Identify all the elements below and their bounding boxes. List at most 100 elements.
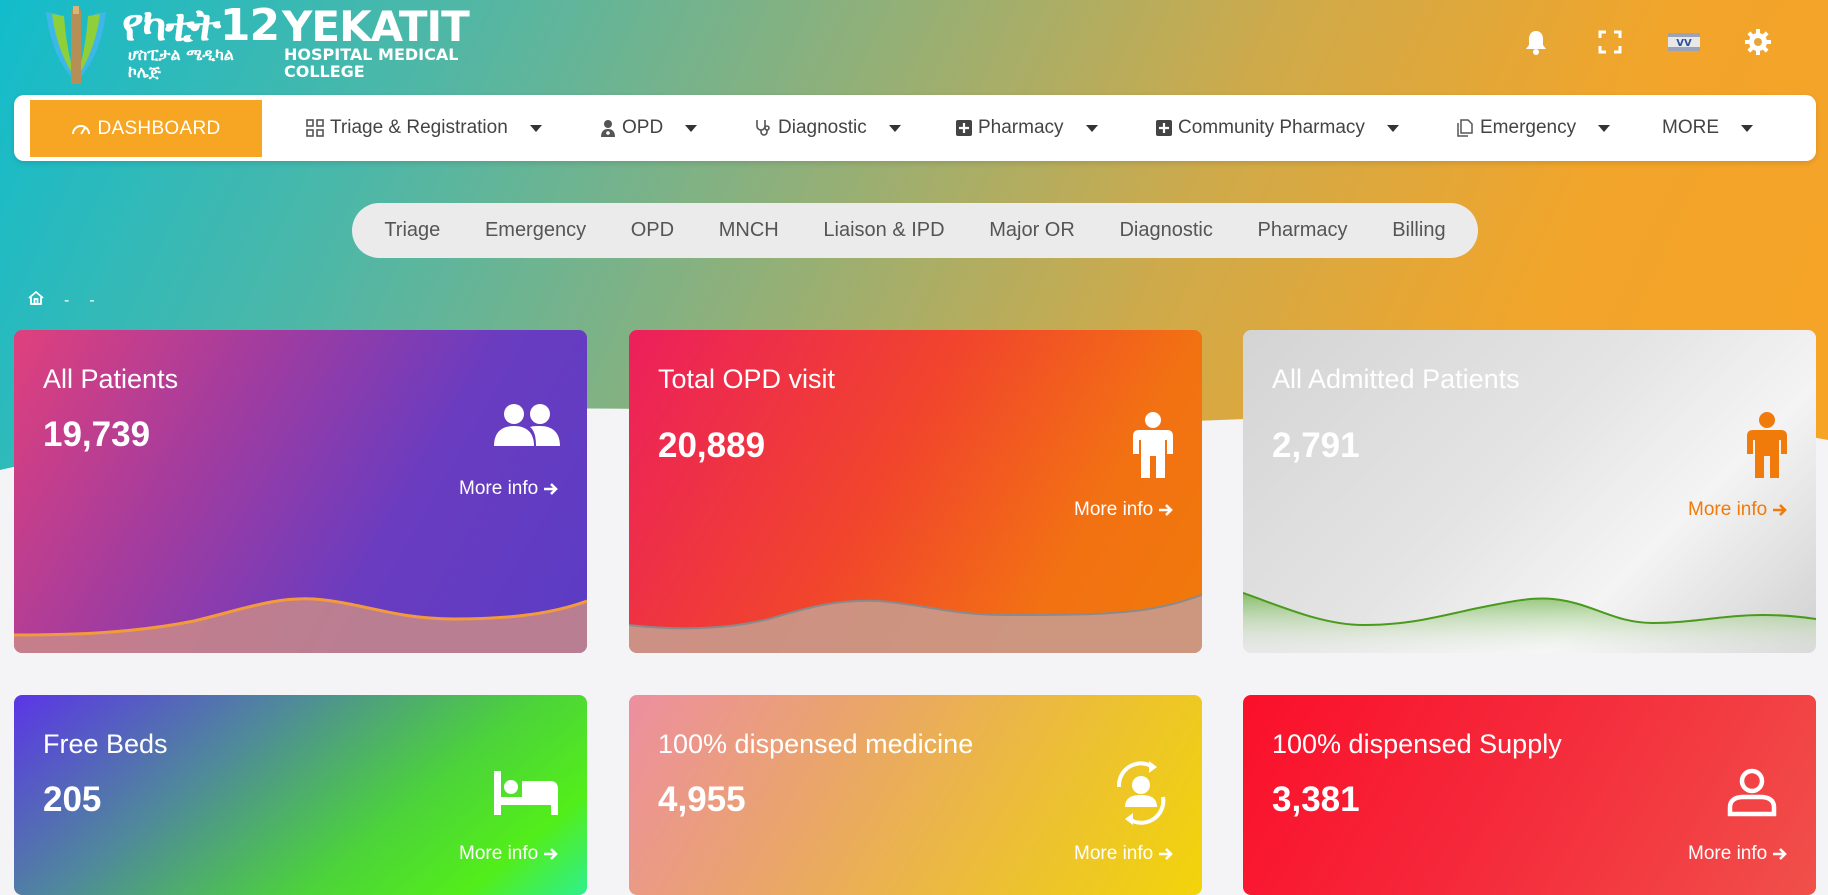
logo-english-name: YEKATIT xyxy=(282,2,470,51)
nav-emergency-label: Emergency xyxy=(1480,117,1577,138)
card-title: 100% dispensed Supply xyxy=(1272,729,1562,759)
users-icon xyxy=(494,402,560,453)
arrow-right-icon xyxy=(1773,848,1788,860)
logo-amharic-subtitle: ሆስፒታል ሜዲካል ኮሌጅ xyxy=(128,45,234,81)
card-value: 4,955 xyxy=(658,780,746,819)
card-value: 205 xyxy=(43,780,102,819)
card-title: 100% dispensed medicine xyxy=(658,729,974,759)
nav-opd-label: OPD xyxy=(622,117,664,138)
more-info-link[interactable]: More info xyxy=(1688,843,1788,865)
chevron-down-icon xyxy=(685,124,698,132)
pill-diagnostic[interactable]: Diagnostic xyxy=(1119,219,1212,242)
nav-triage-registration[interactable]: Triage & Registration xyxy=(306,95,542,161)
chevron-down-icon xyxy=(1386,124,1399,132)
nav-triage-registration-label: Triage & Registration xyxy=(330,117,508,138)
chevron-down-icon xyxy=(888,124,901,132)
card-wave xyxy=(629,594,1202,653)
nav-dashboard-button[interactable]: DASHBOARD xyxy=(30,100,262,157)
chevron-down-icon xyxy=(1598,124,1611,132)
doctor-icon xyxy=(600,119,616,137)
nav-pharmacy-label: Pharmacy xyxy=(978,117,1064,138)
arrow-right-icon xyxy=(544,483,559,495)
more-info-label: More info xyxy=(1074,843,1154,864)
department-pills: Triage Emergency OPD MNCH Liaison & IPD … xyxy=(352,203,1478,258)
speedometer-icon xyxy=(72,124,91,135)
arrow-right-icon xyxy=(544,848,559,860)
nav-diagnostic-label: Diagnostic xyxy=(778,117,867,138)
card-free-beds[interactable]: Free Beds 205 More info xyxy=(14,695,587,895)
pill-major-or[interactable]: Major OR xyxy=(989,219,1075,242)
nav-opd[interactable]: OPD xyxy=(600,95,698,161)
card-all-patients[interactable]: All Patients 19,739 More info xyxy=(14,330,587,653)
user-outline-icon xyxy=(1727,767,1777,822)
plus-square-icon xyxy=(956,120,972,136)
hospital-logo[interactable]: የካቲት12 YEKATIT ሆስፒታል ሜዲካል ኮሌጅ HOSPITAL M… xyxy=(40,0,470,92)
more-info-link[interactable]: More info xyxy=(459,843,559,865)
fullscreen-icon[interactable] xyxy=(1594,26,1626,58)
more-info-label: More info xyxy=(1688,843,1768,864)
arrow-right-icon xyxy=(1159,848,1174,860)
pill-mnch[interactable]: MNCH xyxy=(719,219,779,242)
documents-icon xyxy=(1456,119,1474,137)
grid-icon xyxy=(306,119,324,137)
card-total-opd-visit[interactable]: Total OPD visit 20,889 More info xyxy=(629,330,1202,653)
arrow-right-icon xyxy=(1159,504,1174,516)
nav-pharmacy[interactable]: Pharmacy xyxy=(956,95,1098,161)
arrow-right-icon xyxy=(1773,504,1788,516)
card-value: 20,889 xyxy=(658,426,766,465)
chevron-down-icon xyxy=(1085,124,1098,132)
chevron-down-icon xyxy=(529,124,542,132)
person-sync-icon xyxy=(1105,757,1175,832)
settings-gear-icon[interactable] xyxy=(1742,26,1774,58)
nav-more[interactable]: MORE xyxy=(1662,95,1753,161)
logo-english-subtitle: HOSPITAL MEDICAL COLLEGE xyxy=(284,45,459,81)
home-icon[interactable] xyxy=(28,290,44,311)
breadcrumb: - - xyxy=(28,290,95,311)
stethoscope-icon xyxy=(754,119,772,137)
card-title: All Patients xyxy=(43,364,179,394)
card-dispensed-supply[interactable]: 100% dispensed Supply 3,381 More info xyxy=(1243,695,1816,895)
more-info-link[interactable]: More info xyxy=(1688,499,1788,521)
card-value: 3,381 xyxy=(1272,780,1360,819)
more-info-link[interactable]: More info xyxy=(1074,499,1174,521)
card-title: Total OPD visit xyxy=(658,364,836,394)
card-value: 19,739 xyxy=(43,415,151,454)
pill-opd[interactable]: OPD xyxy=(631,219,674,242)
nav-dashboard-label: DASHBOARD xyxy=(97,117,221,139)
more-info-label: More info xyxy=(1688,499,1768,520)
more-info-link[interactable]: More info xyxy=(459,478,559,500)
nav-more-label: MORE xyxy=(1662,117,1719,138)
more-info-link[interactable]: More info xyxy=(1074,843,1174,865)
card-wave xyxy=(1243,592,1816,653)
card-title: All Admitted Patients xyxy=(1272,364,1520,394)
breadcrumb-separator: - xyxy=(64,291,70,309)
svg-text:VV: VV xyxy=(1676,38,1692,49)
bed-icon xyxy=(494,771,558,820)
card-title: Free Beds xyxy=(43,729,168,759)
card-all-admitted-patients[interactable]: All Admitted Patients 2,791 More info xyxy=(1243,330,1816,653)
card-wave xyxy=(14,597,587,653)
logo-amharic-name: የካቲት12 xyxy=(122,0,280,51)
nav-community-pharmacy[interactable]: Community Pharmacy xyxy=(1156,95,1399,161)
nav-diagnostic[interactable]: Diagnostic xyxy=(754,95,901,161)
pill-liaison-ipd[interactable]: Liaison & IPD xyxy=(823,219,944,242)
logo-emblem-icon xyxy=(46,6,106,84)
nav-community-pharmacy-label: Community Pharmacy xyxy=(1178,117,1365,138)
more-info-label: More info xyxy=(459,478,539,499)
pill-pharmacy[interactable]: Pharmacy xyxy=(1258,219,1348,242)
pill-billing[interactable]: Billing xyxy=(1392,219,1445,242)
more-info-label: More info xyxy=(1074,499,1154,520)
flag-icon[interactable]: VV xyxy=(1668,26,1700,58)
main-navbar: DASHBOARD Triage & Registration OPD Diag… xyxy=(14,95,1816,161)
card-value: 2,791 xyxy=(1272,426,1360,465)
person-icon xyxy=(1747,412,1787,483)
chevron-down-icon xyxy=(1741,124,1753,132)
pill-emergency[interactable]: Emergency xyxy=(485,219,586,242)
person-icon xyxy=(1133,412,1173,483)
nav-emergency[interactable]: Emergency xyxy=(1456,95,1611,161)
card-dispensed-medicine[interactable]: 100% dispensed medicine 4,955 More info xyxy=(629,695,1202,895)
pill-triage[interactable]: Triage xyxy=(384,219,440,242)
bell-icon[interactable] xyxy=(1520,26,1552,58)
plus-square-icon xyxy=(1156,120,1172,136)
breadcrumb-separator: - xyxy=(89,291,95,309)
